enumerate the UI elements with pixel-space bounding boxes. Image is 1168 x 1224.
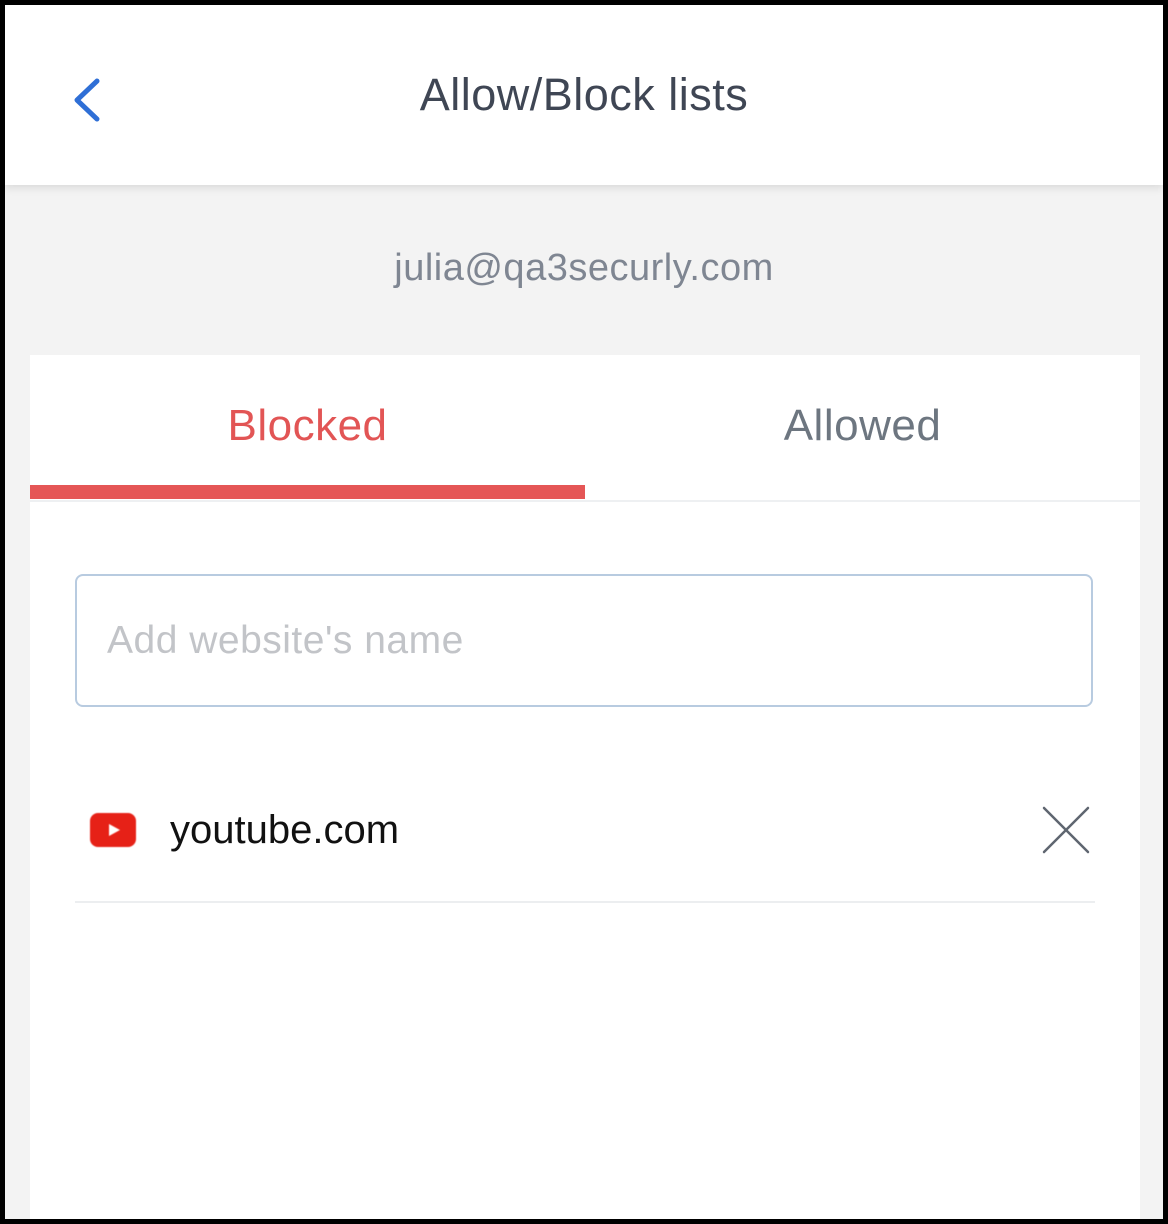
active-tab-indicator <box>30 485 585 499</box>
list-panel: Blocked Allowed youtube.com <box>30 355 1140 1219</box>
account-email: julia@qa3securly.com <box>394 247 774 289</box>
blocked-site-row: youtube.com <box>75 775 1095 903</box>
add-website-input[interactable] <box>75 574 1093 707</box>
tab-allowed[interactable]: Allowed <box>585 355 1140 498</box>
close-icon <box>1042 806 1090 854</box>
page-title: Allow/Block lists <box>419 69 749 120</box>
tab-blocked[interactable]: Blocked <box>30 355 585 499</box>
youtube-icon <box>90 813 136 847</box>
site-name: youtube.com <box>170 808 400 852</box>
top-bar: Allow/Block lists <box>5 5 1163 185</box>
tab-blocked-label: Blocked <box>227 401 388 450</box>
tab-bar: Blocked Allowed <box>30 355 1140 502</box>
tab-allowed-label: Allowed <box>783 401 942 450</box>
app-screen: Allow/Block lists julia@qa3securly.com B… <box>5 5 1163 1219</box>
remove-site-button[interactable] <box>1041 805 1091 855</box>
